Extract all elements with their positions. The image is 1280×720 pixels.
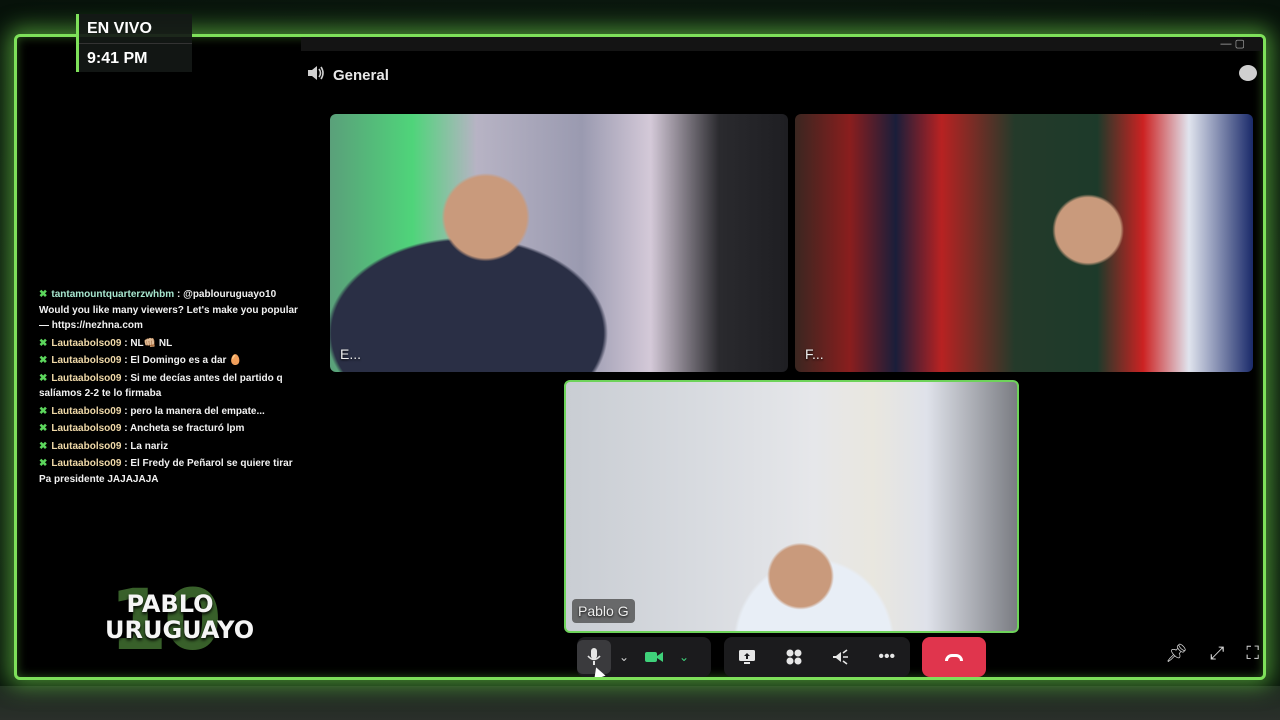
- logo-line1: PABLO: [126, 590, 214, 618]
- chat-username: Lautaabolso09: [51, 440, 122, 452]
- live-label: EN VIVO: [87, 20, 152, 37]
- participant-tile[interactable]: E...: [330, 114, 788, 372]
- actions-group: •••: [724, 637, 910, 677]
- chat-text: La nariz: [130, 440, 169, 452]
- chat-message: ✖ Lautaabolso09 : Si me decías antes del …: [39, 372, 283, 400]
- chat-username: Lautaabolso09: [51, 355, 122, 366]
- more-icon[interactable]: •••: [870, 640, 904, 674]
- stream-chat: ✖ tantamountquarterzwhbm : @pablouruguayo…: [39, 287, 301, 489]
- chat-username: Lautaabolso09: [51, 458, 122, 469]
- check-icon: ✖: [39, 440, 48, 452]
- soundboard-icon[interactable]: [823, 640, 857, 674]
- check-icon: ✖: [39, 423, 48, 434]
- check-icon: ✖: [39, 337, 48, 349]
- pin-icon[interactable]: 📌︎: [1165, 643, 1188, 664]
- participant-name: F...: [805, 346, 824, 362]
- chat-username: tantamountquarterzwhbm: [51, 289, 175, 300]
- live-badge: EN VIVO 9:41 PM: [76, 14, 192, 72]
- participant-name: Pablo G: [572, 599, 635, 623]
- participant-name: E...: [340, 346, 362, 362]
- view-controls: 📌︎ ⤢ ⛶: [1165, 643, 1259, 664]
- window-controls[interactable]: — ▢: [1221, 37, 1245, 50]
- chat-username: Lautaabolso09: [51, 423, 122, 434]
- channel-name: General: [333, 66, 389, 84]
- screen-share-icon[interactable]: [730, 640, 764, 674]
- chat-message: ✖ Lautaabolso09 : Ancheta se fracturó lpm: [39, 423, 245, 434]
- chat-message: ✖ Lautaabolso09 : El Domingo es a dar 🥚: [39, 355, 242, 366]
- chat-message: ✖ tantamountquarterzwhbm : @pablouruguayo…: [39, 289, 298, 331]
- check-icon: ✖: [39, 355, 48, 366]
- hangup-icon: [945, 653, 963, 661]
- participant-tile-speaking[interactable]: Pablo G: [564, 380, 1019, 633]
- call-controls: ⌄ ⌄ ••• 📌︎ ⤢ ⛶: [17, 635, 1263, 677]
- chat-username: Lautaabolso09: [51, 405, 122, 417]
- live-time: 9:41 PM: [79, 43, 192, 72]
- camera-options-chevron-icon[interactable]: ⌄: [671, 640, 697, 674]
- check-icon: ✖: [39, 405, 48, 417]
- check-icon: ✖: [39, 458, 48, 469]
- chat-message: ✖ Lautaabolso09 : El Fredy de Peñarol se …: [39, 458, 293, 485]
- chat-text: El Domingo es a dar 🥚: [130, 355, 242, 366]
- stream-frame: — ▢ General E... F... Pablo G ✖ tantamoun…: [14, 34, 1266, 680]
- chat-username: Lautaabolso09: [51, 372, 122, 384]
- popout-icon[interactable]: ⤢: [1210, 643, 1224, 664]
- camera-icon[interactable]: [637, 640, 671, 674]
- fullscreen-icon[interactable]: ⛶: [1246, 643, 1259, 664]
- speaker-icon: [307, 65, 325, 85]
- chat-icon[interactable]: [1239, 65, 1257, 81]
- check-icon: ✖: [39, 372, 48, 384]
- participant-tile[interactable]: F...: [795, 114, 1253, 372]
- hangup-button[interactable]: [922, 637, 986, 677]
- background-floor: [0, 686, 1280, 720]
- voice-channel-header: General: [307, 65, 389, 85]
- chat-text: Ancheta se fracturó lpm: [129, 423, 245, 434]
- chat-message: ✖ Lautaabolso09 : pero la manera del empa…: [39, 405, 265, 417]
- chat-text: pero la manera del empate...: [130, 405, 265, 417]
- activities-icon[interactable]: [777, 640, 811, 674]
- check-icon: ✖: [39, 289, 48, 300]
- chat-text: NL👊🏼 NL: [130, 337, 173, 349]
- mic-options-chevron-icon[interactable]: ⌄: [611, 640, 637, 674]
- window-titlebar: — ▢: [301, 37, 1263, 51]
- chat-message: ✖ Lautaabolso09 : La nariz: [39, 440, 169, 452]
- chat-message: ✖ Lautaabolso09 : NL👊🏼 NL: [39, 337, 173, 349]
- chat-username: Lautaabolso09: [51, 337, 122, 349]
